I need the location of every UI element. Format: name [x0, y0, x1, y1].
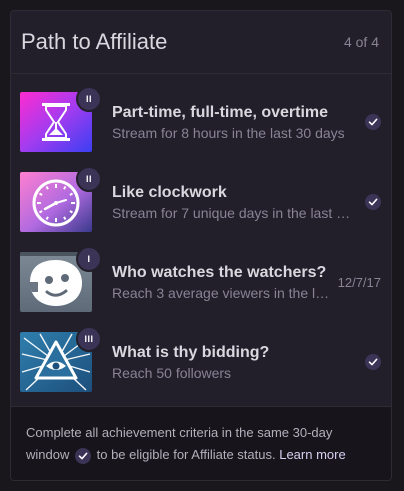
achievement-text: Part-time, full-time, overtime Stream fo…: [112, 104, 357, 141]
achievement-title: What is thy bidding?: [112, 343, 270, 361]
achievement-thumbnail: II: [20, 86, 102, 152]
tier-badge: II: [76, 86, 102, 112]
achievement-description: Stream for 7 unique days in the last 30 …: [112, 204, 357, 221]
checkmark-icon: [365, 114, 381, 130]
achievement-row-like-clockwork[interactable]: II Like clockwork Stream for 7 unique da…: [11, 162, 391, 242]
achievement-title: Like clockwork: [112, 183, 227, 201]
achievement-title: Part-time, full-time, overtime: [112, 103, 329, 121]
checkmark-icon: [365, 354, 381, 370]
achievement-row-thy-bidding[interactable]: III What is thy bidding? Reach 50 follow…: [11, 322, 391, 402]
achievement-status: [365, 114, 381, 130]
checkmark-icon: [365, 194, 381, 210]
achievement-list: II Part-time, full-time, overtime Stream…: [11, 74, 391, 402]
achievement-status: [365, 194, 381, 210]
affiliate-info-footer: Complete all achievement criteria in the…: [11, 406, 391, 480]
achievement-row-who-watches[interactable]: I Who watches the watchers? Reach 3 aver…: [11, 242, 391, 322]
tier-badge: III: [76, 326, 102, 352]
achievement-status: 12/7/17: [338, 275, 381, 290]
achievement-description: Reach 50 followers: [112, 364, 232, 381]
learn-more-link[interactable]: Learn more: [279, 447, 345, 462]
achievement-thumbnail: I: [20, 246, 102, 312]
tier-badge: II: [76, 166, 102, 192]
progress-count: 4 of 4: [343, 34, 379, 50]
footer-text-after: to be eligible for Affiliate status.: [96, 447, 276, 462]
achievement-text: What is thy bidding? Reach 50 followers: [112, 344, 357, 381]
panel-title: Path to Affiliate: [21, 29, 168, 54]
checkmark-icon: [74, 447, 91, 464]
achievement-thumbnail: II: [20, 166, 102, 232]
achievement-row-part-time[interactable]: II Part-time, full-time, overtime Stream…: [11, 82, 391, 162]
achievement-thumbnail: III: [20, 326, 102, 392]
panel-header: Path to Affiliate 4 of 4: [11, 11, 391, 74]
path-to-affiliate-panel: Path to Affiliate 4 of 4 II Part-time, f…: [10, 10, 392, 481]
achievement-status: [365, 354, 381, 370]
achievement-text: Who watches the watchers? Reach 3 averag…: [112, 264, 330, 301]
achievement-text: Like clockwork Stream for 7 unique days …: [112, 184, 357, 221]
completion-date: 12/7/17: [337, 274, 381, 290]
achievement-title: Who watches the watchers?: [112, 263, 327, 281]
tier-badge: I: [76, 246, 102, 272]
achievement-description: Stream for 8 hours in the last 30 days: [112, 124, 345, 141]
achievement-description: Reach 3 average viewers in the last 30 d…: [112, 284, 330, 301]
